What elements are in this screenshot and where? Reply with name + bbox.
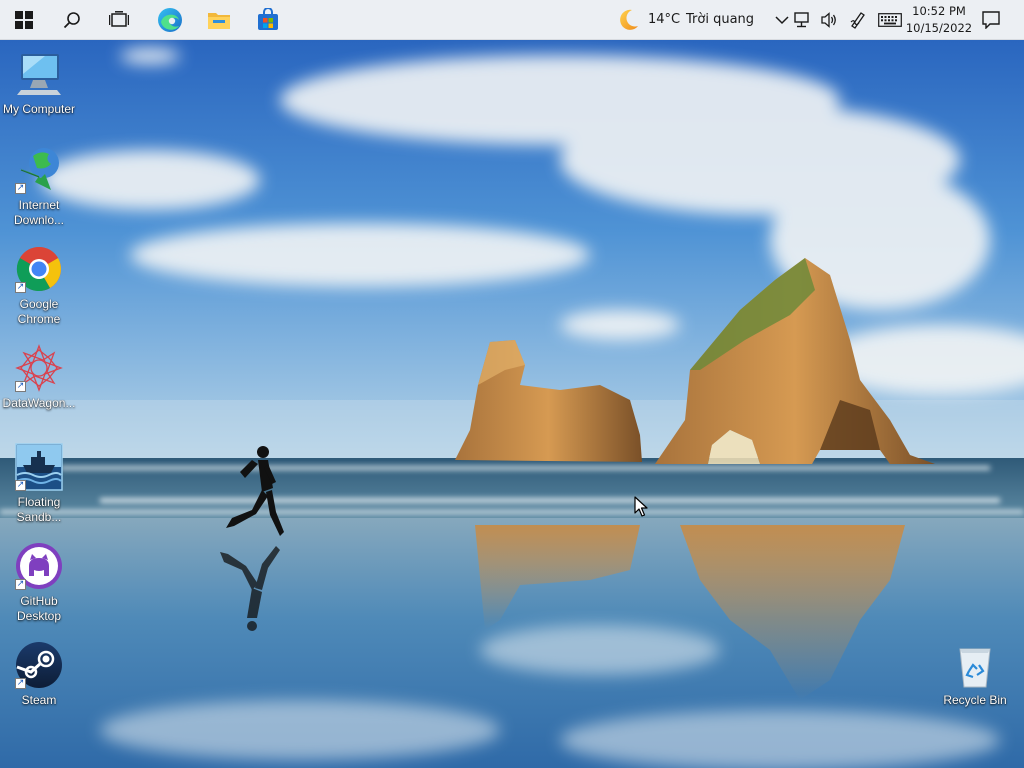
desktop-icon-my-computer[interactable]: My Computer <box>1 50 77 117</box>
network-icon <box>794 12 809 28</box>
pen-workspace-button[interactable] <box>846 4 870 36</box>
desktop-icon-github-desktop[interactable]: ↗ GitHub Desktop <box>1 542 77 624</box>
store-icon <box>258 8 278 30</box>
desktop-icon-label: DataWagon... <box>2 396 76 410</box>
start-icon <box>15 11 33 29</box>
desktop-icon-datawagon[interactable]: ↗ DataWagon... <box>1 344 77 411</box>
weather-widget[interactable] <box>612 4 644 36</box>
desktop-icon-google-chrome[interactable]: ↗ Google Chrome <box>1 245 77 327</box>
volume-button[interactable] <box>818 4 842 36</box>
desktop-icon-label: My Computer <box>2 102 76 116</box>
desktop-icon-label: Floating Sandb... <box>16 495 62 524</box>
desktop-icon-internet-download-manager[interactable]: ↗ Internet Downlo... <box>1 146 77 228</box>
edge-icon <box>158 8 182 32</box>
store-taskbar-button[interactable] <box>252 4 284 36</box>
moon-icon <box>620 9 638 30</box>
clock-date: 10/15/2022 <box>905 21 973 35</box>
desktop-icon-label: Steam <box>21 693 57 707</box>
start-button[interactable] <box>8 4 40 36</box>
edge-taskbar-button[interactable] <box>154 4 186 36</box>
file-explorer-taskbar-button[interactable] <box>203 4 235 36</box>
shortcut-arrow-icon: ↗ <box>15 282 26 293</box>
search-button[interactable] <box>56 4 88 36</box>
mouse-cursor-icon <box>634 496 648 517</box>
taskbar: 14°C Trời quang 10:52 PM 10/15/2022 <box>0 0 1024 40</box>
recycle-bin-icon <box>959 648 991 688</box>
computer-icon <box>17 54 61 95</box>
file-explorer-icon <box>208 13 230 29</box>
desktop[interactable]: My Computer ↗ Internet Downlo... ↗ Googl… <box>0 40 1024 768</box>
search-icon <box>63 12 80 29</box>
touch-keyboard-button[interactable] <box>874 4 906 36</box>
shortcut-arrow-icon: ↗ <box>15 579 26 590</box>
weather-temperature[interactable]: 14°C <box>648 12 680 27</box>
action-center-button[interactable] <box>975 4 1007 36</box>
task-view-icon <box>109 11 129 27</box>
shortcut-arrow-icon: ↗ <box>15 480 26 491</box>
volume-icon <box>821 12 836 28</box>
shortcut-arrow-icon: ↗ <box>15 381 26 392</box>
chevron-up-icon <box>775 16 789 25</box>
clock[interactable]: 10:52 PM 10/15/2022 <box>904 3 974 37</box>
desktop-icon-floating-sandbox[interactable]: ↗ Floating Sandb... <box>1 443 77 525</box>
desktop-icon-recycle-bin[interactable]: Recycle Bin <box>937 641 1013 708</box>
wallpaper <box>0 40 1024 768</box>
desktop-icon-label: Recycle Bin <box>943 693 1007 707</box>
network-button[interactable] <box>791 4 815 36</box>
desktop-icon-label: GitHub Desktop <box>16 594 62 623</box>
shortcut-arrow-icon: ↗ <box>15 678 26 689</box>
desktop-icon-label: Internet Downlo... <box>13 198 65 227</box>
pen-icon <box>850 12 865 29</box>
clock-time: 10:52 PM <box>912 4 966 18</box>
notification-icon <box>982 11 1000 29</box>
keyboard-icon <box>878 13 902 27</box>
weather-description[interactable]: Trời quang <box>686 12 754 27</box>
shortcut-arrow-icon: ↗ <box>15 183 26 194</box>
task-view-button[interactable] <box>103 4 135 36</box>
desktop-icon-steam[interactable]: ↗ Steam <box>1 641 77 708</box>
desktop-icon-label: Google Chrome <box>17 297 61 326</box>
